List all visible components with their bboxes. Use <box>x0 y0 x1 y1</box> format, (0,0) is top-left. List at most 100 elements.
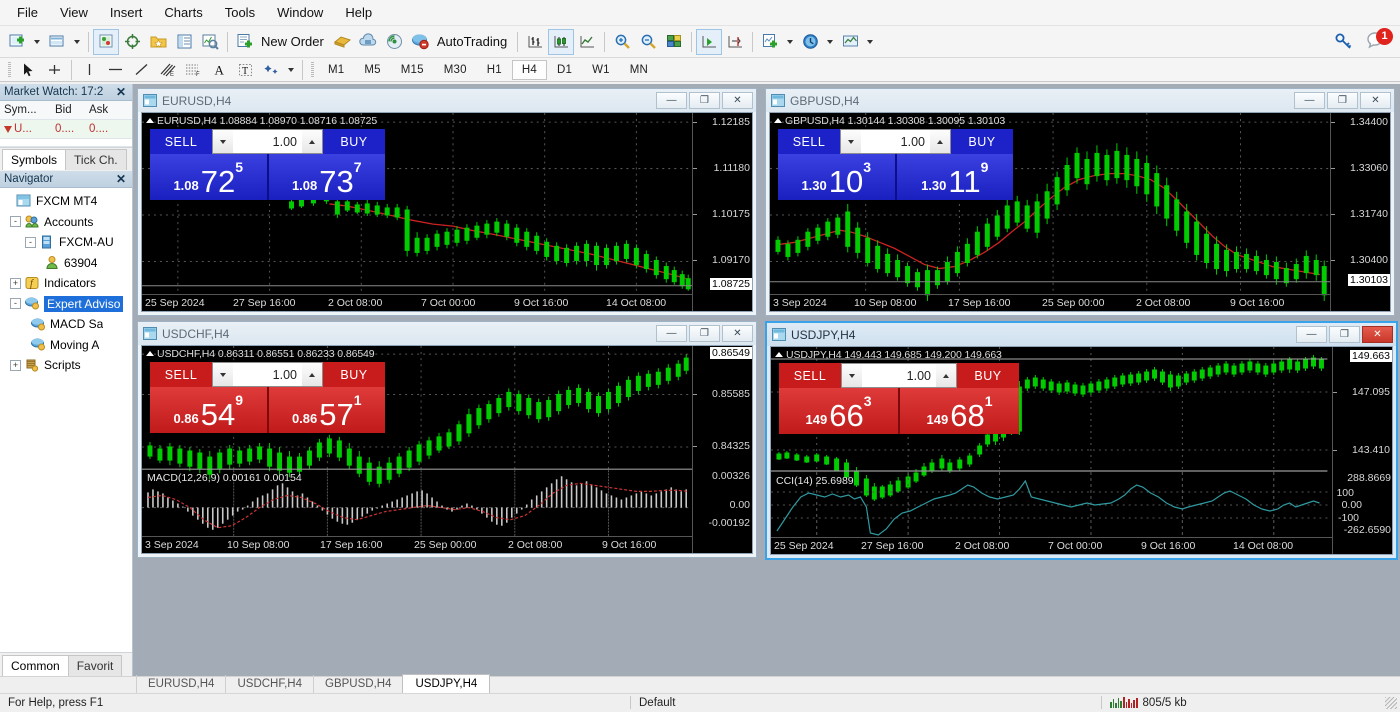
timeframe-m5[interactable]: M5 <box>354 60 390 80</box>
autotrading-label[interactable]: AutoTrading <box>434 34 513 49</box>
tab-symbols[interactable]: Symbols <box>2 149 67 170</box>
data-window-icon[interactable] <box>171 29 197 55</box>
timeframe-m15[interactable]: M15 <box>391 60 434 80</box>
expander-icon[interactable]: + <box>10 359 21 371</box>
price-axis-gbpusd[interactable]: 1.34400 1.33060 1.31740 1.30400 1.30103 <box>1330 113 1390 311</box>
minimize-icon[interactable]: — <box>1294 92 1325 109</box>
line-chart-icon[interactable] <box>574 29 600 55</box>
nav-item-macd-sample[interactable]: MACD Sa <box>0 314 132 335</box>
volume-decrement-icon[interactable] <box>841 130 861 153</box>
equidistant-channel-icon[interactable]: E <box>154 57 180 83</box>
close-icon[interactable]: ✕ <box>1362 326 1393 343</box>
table-row[interactable]: U... 0.... 0.... <box>0 120 132 139</box>
volume-value[interactable]: 1.00 <box>233 130 302 153</box>
maximize-icon[interactable]: ❐ <box>1329 326 1360 343</box>
tab-common[interactable]: Common <box>2 655 69 676</box>
bar-chart-icon[interactable] <box>522 29 548 55</box>
timeframe-d1[interactable]: D1 <box>547 60 582 80</box>
resize-grip-icon[interactable] <box>1385 696 1397 709</box>
chart-titlebar[interactable]: GBPUSD,H4 — ❐ ✕ <box>766 89 1394 112</box>
minimize-icon[interactable]: — <box>1296 326 1327 343</box>
autotrading-icon[interactable] <box>408 29 434 55</box>
close-icon[interactable]: ✕ <box>1360 92 1391 109</box>
auto-scroll-icon[interactable] <box>696 28 723 55</box>
text-label-icon[interactable]: T <box>232 57 258 83</box>
time-axis-eurusd[interactable]: 25 Sep 2024 27 Sep 16:00 2 Oct 08:00 7 O… <box>142 294 692 311</box>
crosshair-tool-icon[interactable] <box>41 57 67 83</box>
sell-price-button[interactable]: 149 66 3 <box>779 388 900 434</box>
new-chart-icon[interactable] <box>4 29 30 55</box>
time-axis-gbpusd[interactable]: 3 Sep 2024 10 Sep 08:00 17 Sep 16:00 25 … <box>770 294 1330 311</box>
menu-item-help[interactable]: Help <box>334 2 383 23</box>
timeframe-w1[interactable]: W1 <box>582 60 620 80</box>
menu-item-charts[interactable]: Charts <box>153 2 213 23</box>
timeframe-m1[interactable]: M1 <box>318 60 354 80</box>
chart-shift-icon[interactable] <box>722 29 748 55</box>
volume-decrement-icon[interactable] <box>842 364 862 387</box>
volume-increment-icon[interactable] <box>930 130 950 153</box>
indicators-icon[interactable] <box>757 29 783 55</box>
tile-icon[interactable] <box>661 29 687 55</box>
chart-titlebar[interactable]: EURUSD,H4 — ❐ ✕ <box>138 89 756 112</box>
zoom-in-icon[interactable] <box>609 29 635 55</box>
nav-item-scripts[interactable]: + Scripts <box>0 355 132 376</box>
chart-canvas-gbpusd[interactable]: GBPUSD,H4 1.30144 1.30308 1.30095 1.3010… <box>769 112 1391 312</box>
chart-tab-gbpusd[interactable]: GBPUSD,H4 <box>313 675 402 693</box>
tile-windows-dropdown-icon[interactable] <box>74 39 80 44</box>
crosshair-icon[interactable] <box>119 29 145 55</box>
sell-label[interactable]: SELL <box>150 129 212 154</box>
time-axis-usdjpy[interactable]: 25 Sep 2024 27 Sep 16:00 2 Oct 08:00 7 O… <box>771 537 1332 554</box>
candlestick-chart-icon[interactable] <box>548 28 575 55</box>
buy-label[interactable]: BUY <box>323 129 385 154</box>
menu-item-insert[interactable]: Insert <box>99 2 154 23</box>
price-axis-usdjpy[interactable]: 149.663 147.095 143.410 288.8669 100 0.0… <box>1332 347 1392 554</box>
text-icon[interactable]: A <box>206 57 232 83</box>
chart-canvas-usdjpy[interactable]: USDJPY,H4 149.443 149.685 149.200 149.66… <box>770 346 1393 555</box>
market-watch-close-icon[interactable]: ✕ <box>114 85 128 99</box>
table-row[interactable] <box>0 139 132 147</box>
navigator-close-icon[interactable]: ✕ <box>114 172 128 186</box>
column-header-symbol[interactable]: Sym... <box>0 104 55 116</box>
volume-value[interactable]: 1.00 <box>233 363 302 386</box>
trendline-icon[interactable] <box>128 57 154 83</box>
volume-value[interactable]: 1.00 <box>862 364 936 387</box>
horizontal-line-icon[interactable] <box>102 57 128 83</box>
buy-label[interactable]: BUY <box>323 362 385 387</box>
expander-icon[interactable]: - <box>25 236 36 248</box>
chart-window-gbpusd[interactable]: GBPUSD,H4 — ❐ ✕ GBPUSD,H4 1.30144 1.3030… <box>765 88 1395 316</box>
volume-stepper[interactable]: 1.00 <box>212 129 323 154</box>
sell-price-button[interactable]: 1.30 10 3 <box>778 154 897 200</box>
menu-item-view[interactable]: View <box>49 2 99 23</box>
buy-price-button[interactable]: 1.30 11 9 <box>896 154 1013 200</box>
chart-window-usdjpy[interactable]: USDJPY,H4 — ❐ ✕ USDJPY,H4 149.443 149.68… <box>765 321 1398 560</box>
maximize-icon[interactable]: ❐ <box>689 92 720 109</box>
minimize-icon[interactable]: — <box>656 325 687 342</box>
tab-tick-chart[interactable]: Tick Ch. <box>65 149 127 170</box>
close-icon[interactable]: ✕ <box>722 325 753 342</box>
new-chart-dropdown-icon[interactable] <box>34 39 40 44</box>
expander-icon[interactable]: - <box>10 298 21 310</box>
sell-label[interactable]: SELL <box>779 363 841 388</box>
toolbar-grip[interactable] <box>8 61 11 78</box>
broadcast-icon[interactable] <box>382 29 408 55</box>
buy-label[interactable]: BUY <box>957 363 1019 388</box>
templates-dropdown-icon[interactable] <box>867 39 874 44</box>
chart-canvas-eurusd[interactable]: EURUSD,H4 1.08884 1.08970 1.08716 1.0872… <box>141 112 753 312</box>
volume-decrement-icon[interactable] <box>213 363 233 386</box>
price-axis-eurusd[interactable]: 1.12185 1.11180 1.10175 1.09170 1.08725 <box>692 113 752 311</box>
tab-favorites[interactable]: Favorit <box>67 655 123 676</box>
expander-icon[interactable]: - <box>10 216 21 228</box>
new-order-label[interactable]: New Order <box>258 34 330 49</box>
maximize-icon[interactable]: ❐ <box>1327 92 1358 109</box>
nav-item-account-63904[interactable]: 63904 <box>0 253 132 274</box>
menu-item-tools[interactable]: Tools <box>214 2 266 23</box>
column-header-bid[interactable]: Bid <box>55 104 89 116</box>
buy-price-button[interactable]: 149 68 1 <box>900 388 1019 434</box>
vertical-line-icon[interactable] <box>76 57 102 83</box>
chart-tab-usdchf[interactable]: USDCHF,H4 <box>225 675 313 693</box>
metaeditor-icon[interactable] <box>330 29 356 55</box>
nav-item-moving-average[interactable]: Moving A <box>0 335 132 356</box>
key-icon[interactable] <box>1334 32 1354 53</box>
timeframe-h1[interactable]: H1 <box>477 60 512 80</box>
close-icon[interactable]: ✕ <box>722 92 753 109</box>
